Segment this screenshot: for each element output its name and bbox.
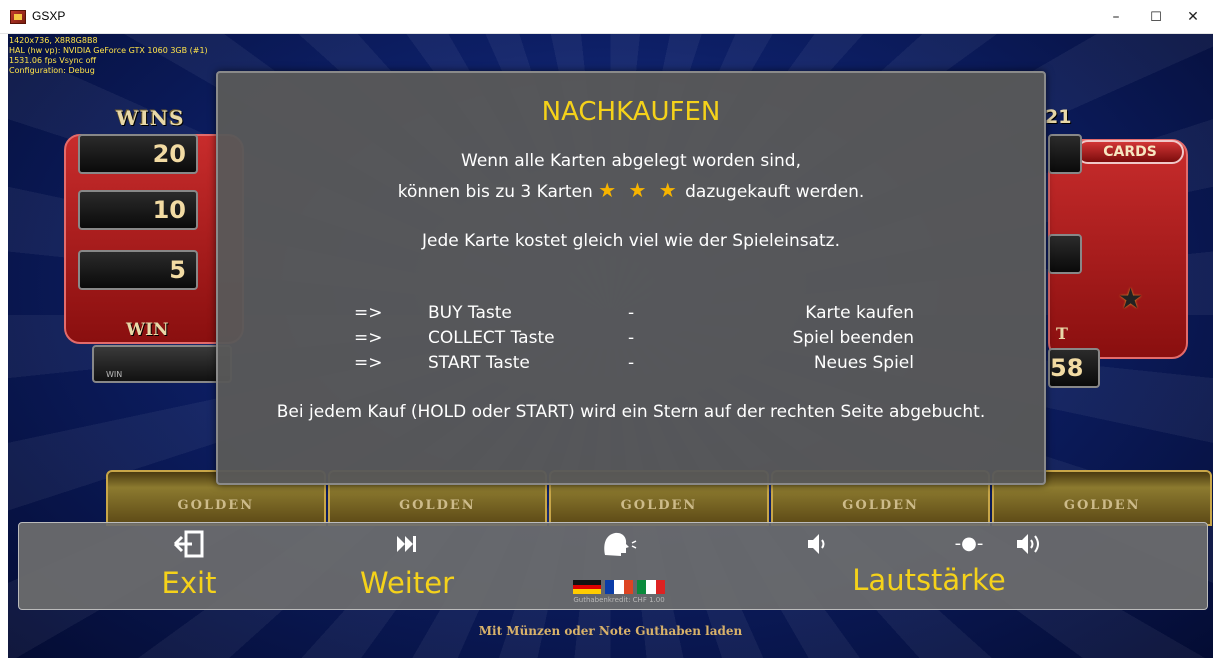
volume-slider-glyph: -●- <box>954 533 984 554</box>
exit-icon <box>129 529 249 566</box>
next-label: Weiter <box>359 566 454 600</box>
exit-button[interactable]: Exit <box>129 529 249 600</box>
star-icon: ★ <box>1118 282 1144 315</box>
row-dash: - <box>628 303 635 323</box>
window-titlebar: GSXP – ☐ ✕ <box>0 0 1213 34</box>
debug-overlay: 1420x736, X8R8G8B8 HAL (hw vp): NVIDIA G… <box>9 36 208 76</box>
footer-note: Mit Münzen oder Note Guthaben laden <box>478 624 743 638</box>
win-display-label: WIN <box>106 370 123 379</box>
volume-up-button[interactable] <box>1009 529 1049 566</box>
paytable-value: 20 <box>78 134 198 174</box>
row-arrow: => <box>354 328 383 348</box>
flag-it-icon[interactable] <box>637 580 665 594</box>
reel-label: GOLDEN <box>1063 498 1141 513</box>
dialog-text-fragment: können bis zu 3 Karten <box>397 182 593 202</box>
dialog-text-line: Jede Karte kostet gleich viel wie der Sp… <box>421 231 841 251</box>
row-key: COLLECT Taste <box>428 328 555 348</box>
key-row: => START Taste - Neues Spiel <box>218 353 1044 375</box>
row-action: Spiel beenden <box>792 328 914 348</box>
volume-down-button[interactable] <box>797 529 837 566</box>
speaker-high-icon <box>1009 529 1049 566</box>
minimize-button[interactable]: – <box>1096 0 1136 34</box>
row-key: START Taste <box>428 353 530 373</box>
fast-forward-icon <box>337 529 477 566</box>
language-flags <box>549 580 689 595</box>
dialog-title: NACHKAUFEN <box>541 97 721 127</box>
right-value: 58 <box>1048 348 1100 388</box>
debug-line: Configuration: Debug <box>9 66 95 75</box>
control-bar: Exit Weiter Guthabenkredit: CHF 1.00 -●-… <box>18 522 1208 610</box>
game-viewport: 1420x736, X8R8G8B8 HAL (hw vp): NVIDIA G… <box>8 34 1213 658</box>
wins-label: WINS <box>116 106 185 130</box>
key-row: => COLLECT Taste - Spiel beenden <box>218 328 1044 350</box>
exit-label: Exit <box>161 566 217 600</box>
right-display <box>1048 234 1082 274</box>
key-row: => BUY Taste - Karte kaufen <box>218 303 1044 325</box>
speaking-head-icon <box>549 529 689 566</box>
reel-label: GOLDEN <box>842 498 919 513</box>
row-key: BUY Taste <box>428 303 512 323</box>
paytable-value: 5 <box>78 250 198 290</box>
help-dialog[interactable]: NACHKAUFEN Wenn alle Karten abgelegt wor… <box>216 71 1046 485</box>
volume-control: Lautstärke <box>839 563 1019 597</box>
maximize-button[interactable]: ☐ <box>1136 0 1176 34</box>
language-selector[interactable]: Guthabenkredit: CHF 1.00 <box>549 529 689 604</box>
volume-label: Lautstärke <box>852 563 1006 597</box>
debug-line: 1531.06 fps Vsync off <box>9 56 97 65</box>
row-action: Karte kaufen <box>805 303 914 323</box>
dialog-text-line: Wenn alle Karten abgelegt worden sind, <box>461 151 801 171</box>
row-arrow: => <box>354 353 383 373</box>
win-label: WIN <box>126 320 169 340</box>
app-icon <box>10 10 26 24</box>
flag-fr-icon[interactable] <box>605 580 633 594</box>
speaker-low-icon <box>797 529 837 566</box>
dialog-text-fragment: dazugekauft werden. <box>685 182 865 202</box>
row-dash: - <box>628 353 635 373</box>
dialog-text-line: können bis zu 3 Karten ★ ★ ★ dazugekauft… <box>218 178 1044 202</box>
stars-icon: ★ ★ ★ <box>598 178 680 202</box>
cards-badge: CARDS <box>1076 140 1184 164</box>
debug-line: HAL (hw vp): NVIDIA GeForce GTX 1060 3GB… <box>9 46 208 55</box>
right-number: 21 <box>1045 106 1072 128</box>
right-label: T <box>1056 324 1068 343</box>
debug-line: 1420x736, X8R8G8B8 <box>9 36 98 45</box>
reel-label: GOLDEN <box>177 498 255 513</box>
row-dash: - <box>628 328 635 348</box>
flag-de-icon[interactable] <box>573 580 601 595</box>
reel-label: GOLDEN <box>399 498 476 513</box>
credit-note: Guthabenkredit: CHF 1.00 <box>573 596 665 604</box>
reel-label: GOLDEN <box>620 498 698 513</box>
paytable-value: 10 <box>78 190 198 230</box>
row-arrow: => <box>354 303 383 323</box>
window-title: GSXP <box>32 9 66 23</box>
close-button[interactable]: ✕ <box>1173 0 1213 34</box>
right-display <box>1048 134 1082 174</box>
volume-slider[interactable]: -●- <box>949 529 989 559</box>
next-button[interactable]: Weiter <box>337 529 477 600</box>
row-action: Neues Spiel <box>813 353 914 373</box>
dialog-footer-text: Bei jedem Kauf (HOLD oder START) wird ei… <box>276 402 986 422</box>
